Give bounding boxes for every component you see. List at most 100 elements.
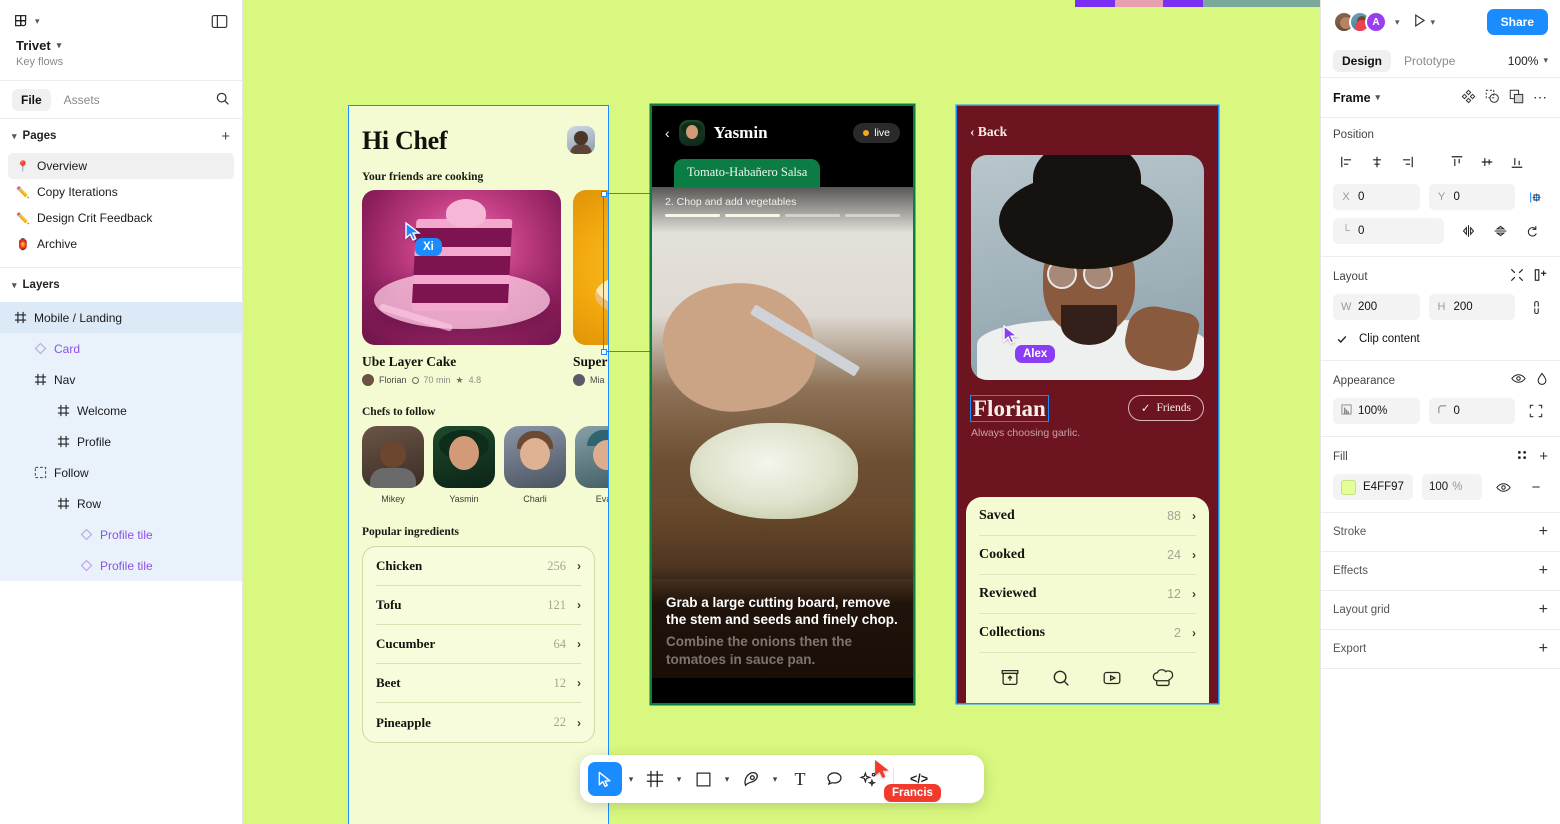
visibility-eye-icon[interactable] xyxy=(1511,372,1526,389)
back-chevron-icon[interactable]: ‹ xyxy=(665,126,670,140)
opacity-input[interactable]: 100% xyxy=(1333,398,1420,424)
width-input[interactable]: W 200 xyxy=(1333,294,1420,320)
add-auto-layout-icon[interactable] xyxy=(1534,268,1548,285)
user-avatar[interactable] xyxy=(567,126,595,154)
add-effect-button[interactable]: + xyxy=(1539,562,1548,580)
export-section[interactable]: Export + xyxy=(1321,630,1560,669)
recipe-thumbnail-super[interactable] xyxy=(573,190,608,345)
figma-menu-button[interactable]: ▾ xyxy=(14,14,40,29)
chevron-down-icon[interactable]: ▾ xyxy=(1431,17,1436,28)
height-input[interactable]: H 200 xyxy=(1428,294,1515,320)
color-swatch[interactable] xyxy=(1341,479,1356,495)
chef-tile[interactable]: Charli xyxy=(504,426,566,504)
list-item[interactable]: Saved 88 › xyxy=(979,497,1196,536)
zoom-control[interactable]: 100% ▾ xyxy=(1508,54,1548,68)
frame-tool-button[interactable] xyxy=(640,764,670,794)
layer-row[interactable]: Row xyxy=(0,488,242,519)
recipe-thumbnail-ube[interactable] xyxy=(362,190,561,345)
chef-tile[interactable]: Evan xyxy=(575,426,608,504)
profile-name[interactable]: Florian xyxy=(970,394,1049,422)
align-top-button[interactable] xyxy=(1443,150,1471,174)
toggle-panels-button[interactable] xyxy=(211,14,228,32)
step-progress-bars[interactable] xyxy=(665,214,900,217)
stroke-section[interactable]: Stroke + xyxy=(1321,513,1560,552)
text-tool-button[interactable]: T xyxy=(784,764,816,794)
rotation-input[interactable]: └ 0 xyxy=(1333,218,1444,244)
sidebar-item-design-crit-feedback[interactable]: ✏️ Design Crit Feedback xyxy=(8,205,234,231)
add-export-button[interactable]: + xyxy=(1539,640,1548,658)
video-stage[interactable]: 2. Chop and add vegetables Grab a large … xyxy=(652,187,913,678)
tab-prototype[interactable]: Prototype xyxy=(1395,50,1464,72)
friends-button[interactable]: ✓ Friends xyxy=(1127,395,1204,421)
avatar[interactable]: A xyxy=(1365,11,1387,33)
comment-tool-button[interactable] xyxy=(818,764,850,794)
pen-tool-button[interactable] xyxy=(736,764,766,794)
layer-profile-tile-2[interactable]: Profile tile xyxy=(0,550,242,581)
back-button[interactable]: ‹ Back xyxy=(957,106,1218,140)
chef-tile[interactable]: Yasmin xyxy=(433,426,495,504)
search-icon[interactable] xyxy=(1050,667,1072,689)
list-item[interactable]: Pineapple 22 › xyxy=(376,703,581,742)
tab-design[interactable]: Design xyxy=(1333,49,1392,72)
frame-live-cooking[interactable]: ‹ Yasmin live Tomato-Habañero Salsa 2. C… xyxy=(652,106,913,703)
sidebar-item-overview[interactable]: 📍 Overview xyxy=(8,153,234,179)
pages-section-header[interactable]: ▾ Pages + xyxy=(0,119,242,153)
shape-tool-button[interactable] xyxy=(688,764,718,794)
chef-avatar[interactable] xyxy=(678,120,705,146)
recipe-card[interactable]: Super Mia xyxy=(573,190,608,386)
align-bottom-button[interactable] xyxy=(1503,150,1531,174)
corner-radius-input[interactable]: 0 xyxy=(1428,398,1515,424)
clip-content-checkbox[interactable]: Clip content xyxy=(1333,330,1548,348)
duplicate-icon[interactable] xyxy=(1509,89,1524,107)
layers-section-header[interactable]: ▾ Layers xyxy=(0,268,242,302)
dev-mode-button[interactable]: </> xyxy=(903,764,935,794)
mask-icon[interactable] xyxy=(1485,89,1500,107)
tab-file[interactable]: File xyxy=(12,88,51,111)
actions-tool-button[interactable] xyxy=(852,764,884,794)
list-item[interactable]: Cucumber 64 › xyxy=(376,625,581,664)
align-vertical-center-button[interactable] xyxy=(1473,150,1501,174)
list-item[interactable]: Collections 2 › xyxy=(979,614,1196,653)
chevron-down-icon[interactable]: ▾ xyxy=(672,774,686,785)
sidebar-item-copy-iterations[interactable]: ✏️ Copy Iterations xyxy=(8,179,234,205)
fill-opacity-input[interactable]: 100 % xyxy=(1422,474,1482,500)
align-horizontal-center-button[interactable] xyxy=(1363,150,1391,174)
search-icon[interactable] xyxy=(215,91,230,109)
more-options-icon[interactable]: ⋯ xyxy=(1533,89,1548,106)
video-icon[interactable] xyxy=(1101,667,1123,689)
frame-profile[interactable]: ‹ Back Florian ✓ Friends Always choosing… xyxy=(957,106,1218,703)
fill-visibility-icon[interactable] xyxy=(1491,475,1515,499)
x-position-input[interactable]: X 0 xyxy=(1333,184,1420,210)
add-stroke-button[interactable]: + xyxy=(1539,523,1548,541)
fill-color-input[interactable]: E4FF97 xyxy=(1333,474,1413,500)
frame-mobile-landing[interactable]: Hi Chef Your friends are cooking Ube Lay… xyxy=(349,106,608,824)
lock-aspect-ratio-icon[interactable] xyxy=(1524,295,1548,319)
constraints-icon[interactable] xyxy=(1524,185,1548,209)
present-button[interactable] xyxy=(1412,13,1427,31)
flip-horizontal-button[interactable] xyxy=(1454,219,1482,243)
layer-nav[interactable]: Nav xyxy=(0,364,242,395)
layer-card[interactable]: Card xyxy=(0,333,242,364)
bottom-toolbar[interactable]: ▾ ▾ ▾ ▾ T </> xyxy=(580,755,984,803)
tab-assets[interactable]: Assets xyxy=(55,89,109,111)
share-button[interactable]: Share xyxy=(1486,9,1548,35)
resize-to-fit-icon[interactable] xyxy=(1510,268,1524,285)
layer-follow[interactable]: Follow xyxy=(0,457,242,488)
pantry-icon[interactable] xyxy=(999,667,1021,689)
chevron-down-icon[interactable]: ▾ xyxy=(768,774,782,785)
list-item[interactable]: Reviewed 12 › xyxy=(979,575,1196,614)
independent-corners-icon[interactable] xyxy=(1524,399,1548,423)
layer-profile-tile-1[interactable]: Profile tile xyxy=(0,519,242,550)
selection-type[interactable]: Frame ▾ xyxy=(1333,91,1380,105)
list-item[interactable]: Tofu 121 › xyxy=(376,586,581,625)
avatar-group[interactable]: A xyxy=(1333,11,1387,33)
remove-fill-button[interactable]: − xyxy=(1524,475,1548,499)
blend-mode-icon[interactable] xyxy=(1536,372,1548,389)
y-position-input[interactable]: Y 0 xyxy=(1428,184,1515,210)
move-tool-button[interactable] xyxy=(588,762,622,796)
chevron-down-icon[interactable]: ▾ xyxy=(720,774,734,785)
effects-section[interactable]: Effects + xyxy=(1321,552,1560,591)
flip-vertical-button[interactable] xyxy=(1486,219,1514,243)
chef-hat-icon[interactable] xyxy=(1152,667,1176,689)
list-item[interactable]: Cooked 24 › xyxy=(979,536,1196,575)
